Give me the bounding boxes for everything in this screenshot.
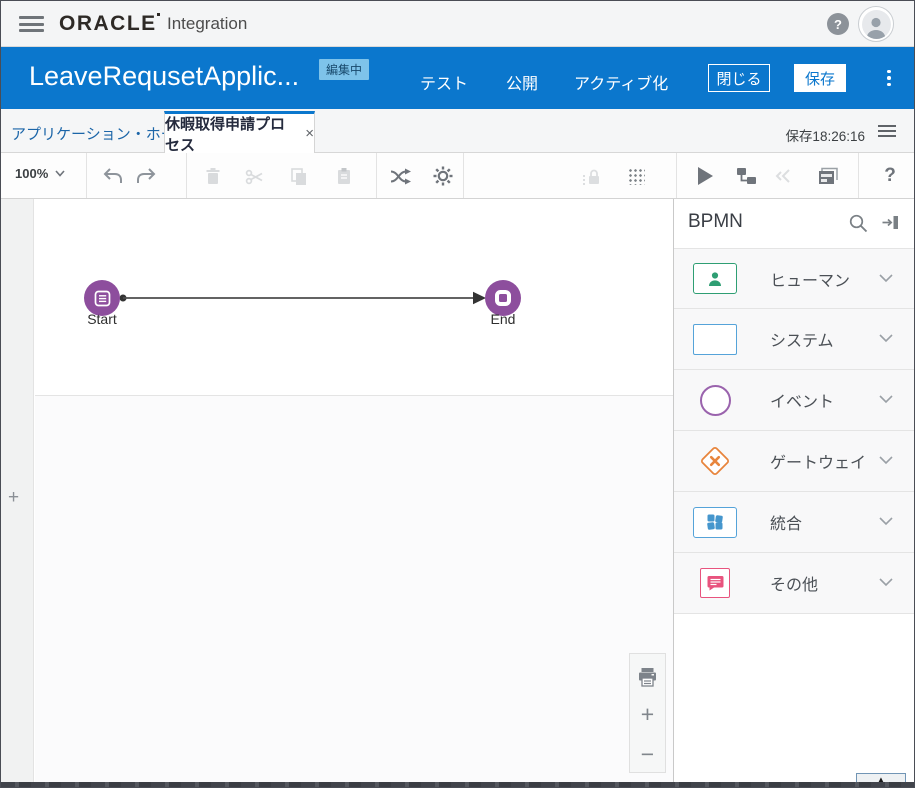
undo-icon[interactable] [100,164,126,188]
redo-icon[interactable] [133,164,159,188]
gear-icon[interactable] [430,164,456,188]
gateway-icon [692,444,738,478]
flow-tree-icon[interactable] [733,164,759,188]
close-button[interactable]: 閉じる [708,64,770,92]
bpmn-palette: BPMN ヒューマン システム [673,199,914,782]
chevron-down-icon [55,170,65,177]
palette-item-system[interactable]: システム [674,309,914,370]
palette-item-gateway[interactable]: ゲートウェイ [674,431,914,492]
version-list-icon[interactable] [878,125,896,138]
reroute-icon[interactable] [388,164,414,188]
lane-rail: + [1,199,34,782]
oracle-logo: ORACLE [59,12,157,36]
palette-item-label: ゲートウェイ [770,449,879,473]
chevron-down-icon[interactable] [879,330,893,348]
palette-item-event[interactable]: イベント [674,370,914,431]
product-name: Integration [167,14,247,34]
palette-item-label: イベント [770,388,879,412]
menu-test[interactable]: テスト [420,70,468,94]
zoom-out-button[interactable]: − [630,744,665,764]
start-form-icon [93,289,112,308]
forms-panel-icon[interactable] [815,164,841,188]
cut-icon [241,164,267,188]
chevron-down-icon[interactable] [879,270,893,288]
paste-icon [331,164,357,188]
zoom-in-button[interactable]: + [630,704,665,724]
global-topbar: ORACLE Integration ? [1,1,914,47]
chevron-down-icon[interactable] [879,513,893,531]
chevron-down-icon[interactable] [879,452,893,470]
delete-icon [200,164,226,188]
other-note-icon [700,568,730,598]
end-stop-icon [493,288,513,308]
human-task-icon [693,263,737,294]
merge-arrows-icon [768,164,794,188]
palette-item-integration[interactable]: 統合 [674,492,914,553]
tab-close-icon[interactable]: × [305,125,314,142]
window-bottom-edge [1,782,914,787]
save-timestamp: 保存18:26:16 [785,125,865,145]
hamburger-menu-icon[interactable] [19,16,44,32]
copy-icon [286,164,312,188]
search-icon[interactable] [848,213,868,238]
help-icon[interactable]: ? [827,13,849,35]
play-icon[interactable] [692,164,718,188]
palette-header: BPMN [674,199,914,248]
process-header: LeaveRequsetApplic... 編集中 テスト 公開 アクティブ化 … [1,47,914,109]
palette-item-human[interactable]: ヒューマン [674,248,914,309]
grid-icon[interactable] [623,164,649,188]
palette-item-other[interactable]: その他 [674,553,914,614]
tab-label: 休暇取得申請プロセス [165,113,297,155]
zoom-level-value: 100% [15,166,48,181]
canvas-zoom-panel: + − [629,653,666,773]
palette-item-label: システム [770,327,879,351]
print-icon[interactable] [630,667,665,687]
tab-process[interactable]: 休暇取得申請プロセス × [164,111,315,153]
palette-item-label: 統合 [770,510,879,534]
event-icon [700,385,731,416]
oracle-integration-window: ORACLE Integration ? LeaveRequsetApplic.… [0,0,915,788]
palette-item-label: その他 [770,571,879,595]
menu-activate[interactable]: アクティブ化 [574,70,668,94]
editor-toolbar: 100% [1,153,914,199]
add-lane-button[interactable]: + [8,487,19,509]
chevron-down-icon[interactable] [879,574,893,592]
chevron-down-icon[interactable] [879,391,893,409]
palette-title: BPMN [688,211,743,233]
palette-item-label: ヒューマン [770,267,879,291]
toolbar-help-icon[interactable]: ? [877,164,903,188]
integration-icon [693,507,737,538]
avatar[interactable] [858,6,894,42]
registered-mark [157,13,160,16]
swimlane[interactable] [35,199,673,396]
save-button[interactable]: 保存 [794,64,846,92]
end-node-label: End [473,311,533,327]
application-title: LeaveRequsetApplic... [29,61,299,92]
overflow-menu-icon[interactable] [882,64,896,92]
menu-publish[interactable]: 公開 [506,70,538,94]
snap-lock-icon [578,164,604,188]
zoom-level-dropdown[interactable]: 100% [15,166,65,181]
collapse-panel-icon[interactable] [881,213,900,237]
system-task-icon [693,324,737,355]
start-node-label: Start [72,311,132,327]
process-canvas[interactable]: Start End + − [35,199,673,782]
status-badge: 編集中 [319,59,369,80]
tab-bar: アプリケーション・ホーム 休暇取得申請プロセス × 保存18:26:16 [1,109,914,153]
avatar-person-icon [862,10,891,39]
